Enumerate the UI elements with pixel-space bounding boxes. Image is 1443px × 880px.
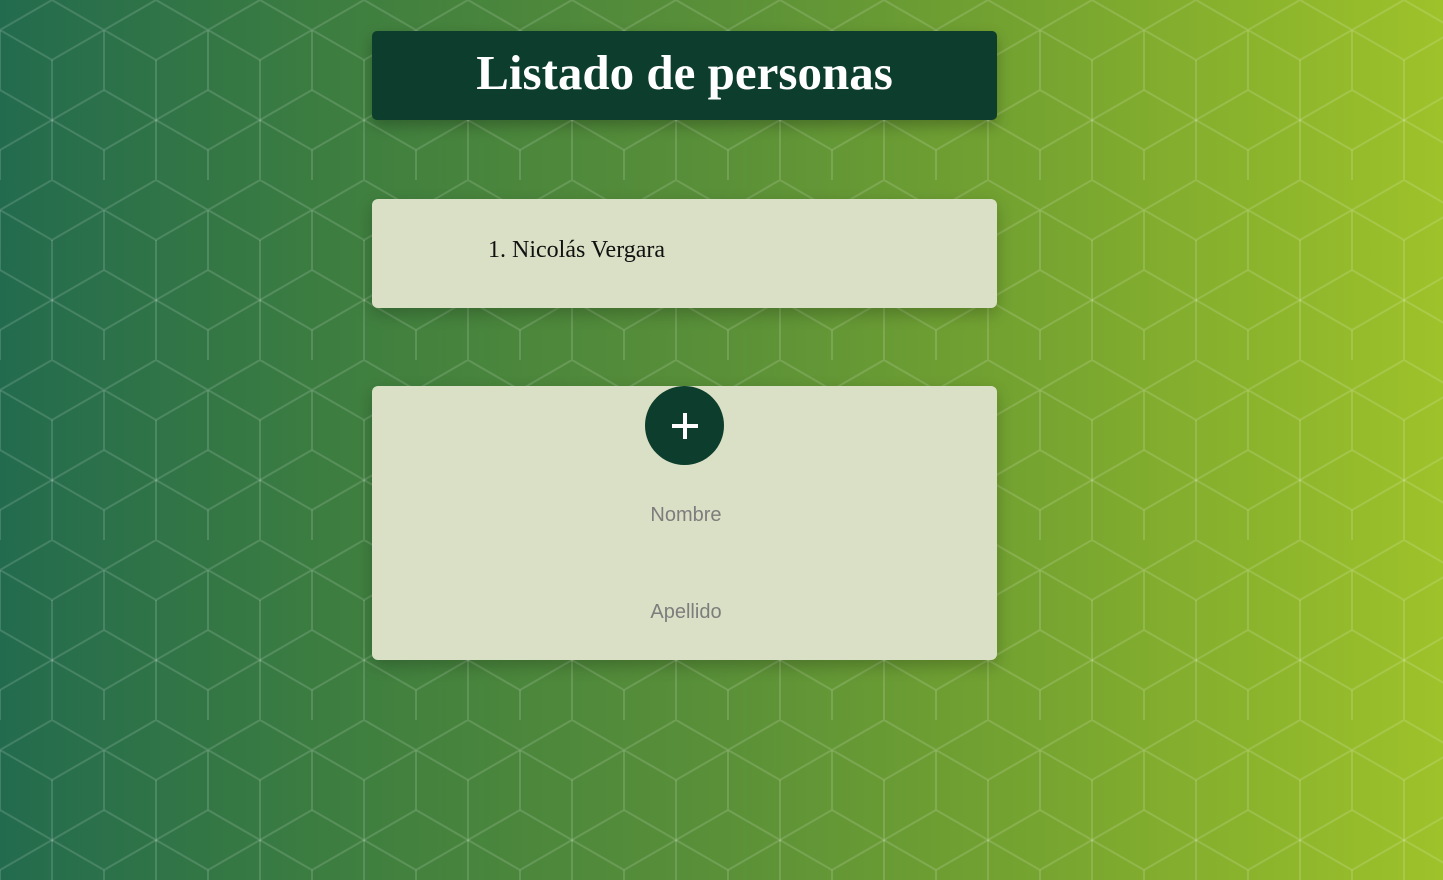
add-person-button[interactable] xyxy=(645,386,724,465)
page-title: Listado de personas xyxy=(476,45,893,100)
people-list: 1. Nicolás Vergara xyxy=(488,237,665,264)
page-header: Listado de personas xyxy=(372,31,997,120)
apellido-input[interactable] xyxy=(534,596,838,628)
list-item-index: 1. xyxy=(488,237,506,263)
people-list-card: 1. Nicolás Vergara xyxy=(372,199,997,308)
add-person-form xyxy=(372,386,997,660)
nombre-input[interactable] xyxy=(534,499,838,531)
plus-icon xyxy=(671,412,698,439)
list-item: 1. Nicolás Vergara xyxy=(488,237,665,264)
list-item-name: Nicolás Vergara xyxy=(512,237,666,263)
